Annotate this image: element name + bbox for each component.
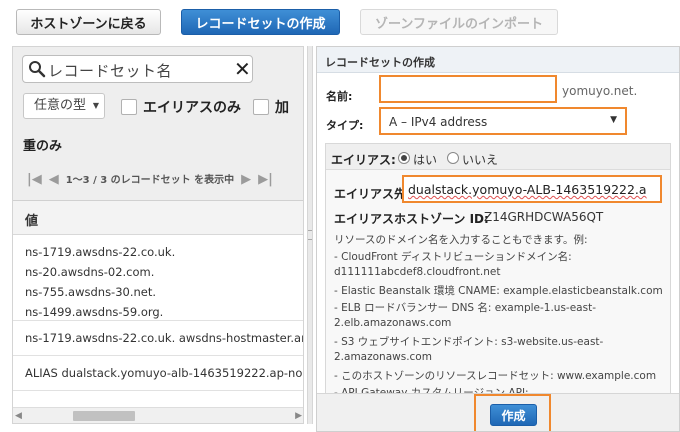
scrollbar-thumb[interactable] — [73, 411, 135, 421]
name-input[interactable] — [379, 75, 557, 103]
weighted-only-checkbox[interactable] — [253, 99, 269, 115]
grip-icon — [308, 230, 312, 240]
type-filter-value: 任意の型 — [34, 98, 87, 113]
search-placeholder: レコードセット名 — [48, 62, 173, 80]
help-text-line: 2.amazonaws.com — [334, 351, 432, 363]
last-page-icon[interactable]: ▶| — [258, 172, 273, 187]
table-row[interactable]: ALIAS dualstack.yomuyo-alb-1463519222.ap… — [13, 356, 304, 391]
row-value: ns-1499.awsdns-59.org. — [25, 305, 164, 319]
filter-area: レコードセット名 ✕ 任意の型 ▼ エイリアスのみ 加 重のみ |◀ ◀ 1～3… — [13, 47, 303, 201]
record-type-select[interactable]: A – IPv4 address ▼ — [379, 107, 627, 135]
name-label: 名前: — [326, 90, 353, 103]
help-text-line: リソースのドメイン名を入力することもできます。例: — [334, 234, 588, 246]
help-text-line: - このホストゾーンのリソースレコードセット: www.example.com — [334, 370, 657, 382]
alias-no-radio[interactable] — [447, 152, 459, 164]
alias-yes-radio[interactable] — [398, 152, 410, 164]
help-text-line: - ELB ロードバランサー DNS 名: example-1.us-east- — [334, 302, 596, 314]
alias-label: エイリアス: — [331, 153, 396, 167]
create-record-set-form: レコードセットの作成 名前: yomuyo.net. タイプ: A – IPv4… — [316, 46, 680, 432]
weighted-only-label: 重のみ — [23, 139, 63, 154]
chevron-down-icon: ▼ — [92, 101, 99, 110]
weighted-only-label-part: 加 — [275, 100, 289, 116]
next-page-icon[interactable]: ▶ — [241, 172, 251, 187]
first-page-icon[interactable]: |◀ — [27, 172, 42, 187]
alias-hosted-zone-id-label: エイリアスホストゾーン ID: — [334, 212, 489, 226]
horizontal-scrollbar[interactable]: ◀ ▶ — [13, 407, 303, 423]
pagination-text: 1～3 / 3 のレコードセット を表示中 — [65, 175, 235, 186]
row-value: ns-20.awsdns-02.com. — [25, 265, 155, 279]
type-label: タイプ: — [326, 119, 364, 132]
help-text-line: 2.elb.amazonaws.com — [334, 317, 452, 329]
import-zone-file-button[interactable]: ゾーンファイルのインポート — [360, 9, 558, 35]
domain-suffix: yomuyo.net. — [562, 84, 638, 98]
alias-no-label[interactable]: いいえ — [462, 151, 498, 168]
column-header-label: 値 — [25, 214, 39, 229]
back-to-hosted-zones-button[interactable]: ホストゾーンに戻る — [16, 9, 161, 35]
chevron-down-icon: ▼ — [610, 115, 617, 125]
alias-yes-label[interactable]: はい — [413, 151, 437, 168]
value-column-header[interactable]: 値 — [13, 201, 303, 235]
form-footer: 作成 — [317, 393, 679, 431]
create-button-highlight: 作成 — [474, 394, 551, 431]
row-value: ns-1719.awsdns-22.co.uk. — [25, 245, 176, 259]
form-header: レコードセットの作成 — [317, 47, 679, 73]
record-type-filter-select[interactable]: 任意の型 ▼ — [23, 93, 105, 119]
record-set-list-panel: レコードセット名 ✕ 任意の型 ▼ エイリアスのみ 加 重のみ |◀ ◀ 1～3… — [12, 46, 304, 424]
alias-only-checkbox[interactable] — [121, 99, 137, 115]
help-text-line: - CloudFront ディストリビューションドメイン名: — [334, 251, 572, 263]
help-text-line: - S3 ウェブサイトエンドポイント: s3-website.us-east- — [334, 336, 604, 348]
alias-target-input[interactable]: dualstack.yomuyo-ALB-1463519222.a — [402, 175, 662, 203]
table-row[interactable]: ns-1719.awsdns-22.co.uk. ns-20.awsdns-02… — [13, 235, 303, 321]
alias-section: エイリアス: はい いいえ エイリアス先: dualstack.yomuyo-A… — [325, 143, 671, 431]
alias-only-label: エイリアスのみ — [143, 100, 241, 116]
help-text-line: - Elastic Beanstalk 環境 CNAME: example.el… — [334, 285, 663, 297]
create-button[interactable]: 作成 — [490, 404, 537, 426]
search-icon — [29, 61, 46, 78]
alias-toggle-row: エイリアス: はい いいえ — [326, 144, 670, 170]
alias-hosted-zone-id-value: Z14GRHDCWA56QT — [484, 210, 604, 224]
row-value: ns-755.awsdns-30.net. — [25, 285, 157, 299]
row-value: ns-1719.awsdns-22.co.uk. awsdns-hostmast… — [25, 331, 304, 345]
record-type-value: A – IPv4 address — [389, 115, 488, 129]
form-title: レコードセットの作成 — [325, 56, 435, 69]
pagination: |◀ ◀ 1～3 / 3 のレコードセット を表示中 ▶ ▶| — [27, 171, 273, 187]
clear-search-icon[interactable]: ✕ — [234, 57, 251, 81]
row-value: ALIAS dualstack.yomuyo-alb-1463519222.ap… — [25, 366, 304, 380]
record-set-search-input[interactable]: レコードセット名 ✕ — [22, 55, 253, 83]
alias-target-value: dualstack.yomuyo-ALB-1463519222.a — [408, 182, 647, 197]
help-text-line: d111111abcdef8.cloudfront.net — [334, 266, 501, 278]
scroll-right-icon[interactable]: ▶ — [295, 411, 302, 421]
create-record-set-button[interactable]: レコードセットの作成 — [181, 9, 340, 35]
prev-page-icon[interactable]: ◀ — [49, 172, 59, 187]
table-row[interactable]: ns-1719.awsdns-22.co.uk. awsdns-hostmast… — [13, 321, 304, 356]
panel-splitter[interactable] — [307, 46, 313, 424]
scroll-left-icon[interactable]: ◀ — [15, 411, 22, 421]
alias-target-label: エイリアス先: — [334, 187, 411, 201]
